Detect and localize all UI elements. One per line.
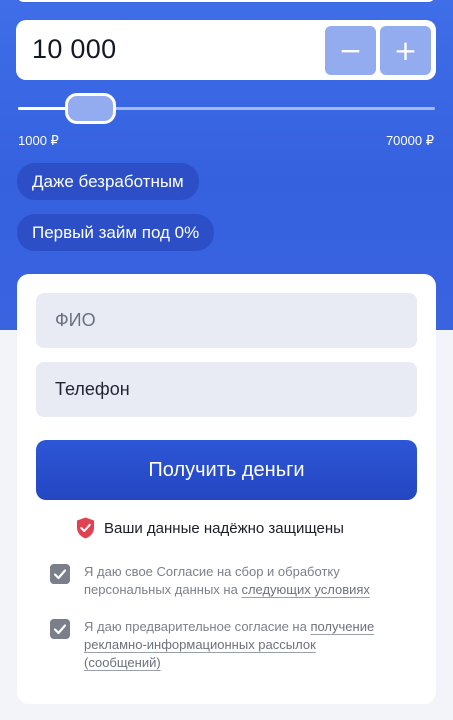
fio-field[interactable]: ФИО [36,293,417,348]
previous-card-edge [16,0,436,2]
security-notice: Ваши данные надёжно защищены [76,516,344,540]
security-notice-text: Ваши данные надёжно защищены [104,519,344,537]
shield-check-icon [77,517,94,539]
consent-marketing-text: Я даю предварительное согласие на получе… [84,618,390,672]
amount-value[interactable]: 10 000 [32,34,116,65]
consent-terms-link[interactable]: следующих условиях [241,582,369,597]
decrease-amount-button[interactable]: − [325,26,376,75]
increase-amount-button[interactable]: + [380,26,431,75]
checkbox-checked-icon[interactable] [50,619,70,639]
phone-field[interactable]: Телефон [36,362,417,417]
range-min-label: 1000 ₽ [18,133,59,148]
consent-personal-data: Я даю свое Согласие на сбор и обработку … [50,563,390,599]
consent-marketing: Я даю предварительное согласие на получе… [50,618,390,672]
amount-slider-thumb[interactable] [65,93,116,124]
consent-personal-data-text: Я даю свое Согласие на сбор и обработку … [84,563,390,599]
badge-first-loan-zero: Первый займ под 0% [17,214,215,251]
application-form-card: ФИО Телефон Получить деньги Ваши данные … [17,274,436,704]
get-money-button[interactable]: Получить деньги [36,440,417,500]
amount-input-box[interactable]: 10 000 − + [16,20,436,80]
badge-unemployed: Даже безработным [17,163,199,200]
range-max-label: 70000 ₽ [385,133,434,148]
consent-text: Я даю предварительное согласие на [84,619,311,634]
checkbox-checked-icon[interactable] [50,564,70,584]
